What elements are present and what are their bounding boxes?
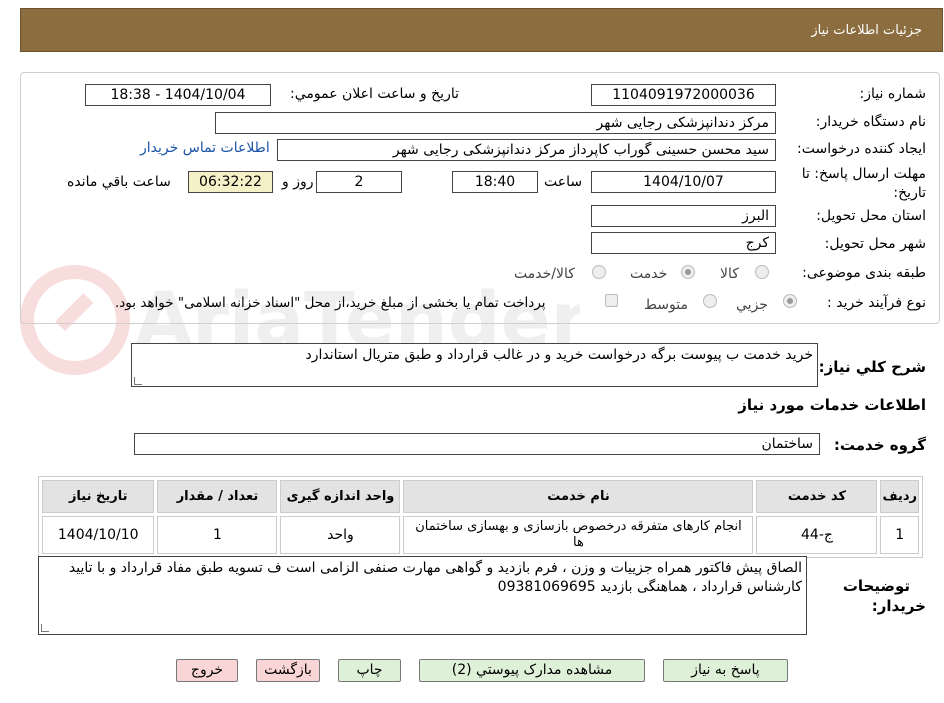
col-qty: تعداد / مقدار xyxy=(157,480,278,513)
process-option-minor: جزیي xyxy=(736,297,768,313)
requester-label: ایجاد کننده درخواست: xyxy=(797,141,926,157)
treasury-checkbox[interactable] xyxy=(605,294,618,307)
buyer-notes-label: توضیحات xyxy=(842,577,910,595)
deadline-label: مهلت ارسال پاسخ: تا xyxy=(801,166,926,182)
exit-button[interactable]: خروج xyxy=(176,659,238,682)
province-label: استان محل تحویل: xyxy=(816,208,926,224)
category-radio-goods[interactable] xyxy=(755,265,769,279)
need-number-label: شماره نیاز: xyxy=(859,86,927,102)
category-option-service: خدمت xyxy=(630,266,668,282)
remaining-time-field: 06:32:22 xyxy=(188,171,273,193)
table-header-row: ردیف کد خدمت نام خدمت واحد اندازه گیری ت… xyxy=(42,480,919,513)
category-radio-both[interactable] xyxy=(592,265,606,279)
announce-label: تاریخ و ساعت اعلان عمومي: xyxy=(290,86,459,102)
details-frame xyxy=(20,72,940,324)
buyer-contact-link[interactable]: اطلاعات تماس خریدار xyxy=(140,140,270,156)
announce-datetime-field: 1404/10/04 - 18:38 xyxy=(85,84,271,106)
reply-button[interactable]: پاسخ به نیاز xyxy=(663,659,788,682)
category-label: طبقه بندی موضوعی: xyxy=(802,265,926,281)
process-radio-minor[interactable] xyxy=(783,294,797,308)
buyer-notes-textarea[interactable]: الصاق پیش فاکتور همراه جزییات و وزن ، فر… xyxy=(38,556,807,635)
cell-unit: واحد xyxy=(280,516,401,554)
process-label: نوع فرآیند خرید : xyxy=(827,295,926,311)
category-option-both: کالا/خدمت xyxy=(514,266,575,282)
service-group-field: ساختمان xyxy=(134,433,820,455)
city-label: شهر محل تحویل: xyxy=(824,236,926,252)
days-field: 2 xyxy=(316,171,402,193)
process-option-medium: متوسط xyxy=(644,297,688,313)
back-button[interactable]: بازگشت xyxy=(256,659,320,682)
buyer-org-field: مرکز دندانپزشکی رجایی شهر xyxy=(215,112,776,134)
cell-code: ج-44 xyxy=(756,516,878,554)
service-group-label: گروه خدمت: xyxy=(833,436,926,454)
summary-textarea[interactable]: خرید خدمت ب پیوست برگه درخواست خرید و در… xyxy=(131,343,818,387)
deadline-time-label: ساعت xyxy=(544,174,583,190)
resize-handle-icon[interactable] xyxy=(41,624,49,632)
province-field: البرز xyxy=(591,205,776,227)
cell-qty: 1 xyxy=(157,516,278,554)
payment-note: پرداخت تمام یا بخشی از مبلغ خرید،از محل … xyxy=(115,295,546,311)
buyer-notes-label-2: خریدار: xyxy=(871,597,926,615)
services-section-title: اطلاعات خدمات مورد نیاز xyxy=(738,396,926,414)
summary-label: شرح کلي نیاز: xyxy=(818,358,926,376)
col-code: کد خدمت xyxy=(756,480,878,513)
services-table: ردیف کد خدمت نام خدمت واحد اندازه گیری ت… xyxy=(38,476,923,558)
days-label: روز و xyxy=(282,174,314,190)
requester-field: سید محسن حسینی گوراب کاپرداز مرکز دندانپ… xyxy=(277,139,776,161)
col-date: تاریخ نیاز xyxy=(42,480,155,513)
deadline-label-date: تاریخ: xyxy=(893,185,926,201)
col-index: ردیف xyxy=(880,480,919,513)
need-number-field: 1104091972000036 xyxy=(591,84,776,106)
cell-index: 1 xyxy=(880,516,919,554)
remaining-time-label: ساعت باقي مانده xyxy=(67,174,171,190)
process-radio-medium[interactable] xyxy=(703,294,717,308)
page-title: جزئیات اطلاعات نیاز xyxy=(811,23,922,38)
col-name: نام خدمت xyxy=(403,480,754,513)
table-row: 1 ج-44 انجام کارهای متفرقه درخصوص بازساز… xyxy=(42,516,919,554)
city-field: کرج xyxy=(591,232,776,254)
resize-handle-icon[interactable] xyxy=(134,377,142,385)
deadline-time-field: 18:40 xyxy=(452,171,538,193)
summary-text: خرید خدمت ب پیوست برگه درخواست خرید و در… xyxy=(305,347,813,363)
cell-date: 1404/10/10 xyxy=(42,516,155,554)
view-attachments-button[interactable]: مشاهده مدارک پیوستي (2) xyxy=(419,659,645,682)
print-button[interactable]: چاپ xyxy=(338,659,401,682)
deadline-date-field: 1404/10/07 xyxy=(591,171,776,193)
category-option-goods: کالا xyxy=(720,266,739,282)
page-header: جزئیات اطلاعات نیاز xyxy=(20,8,943,52)
buyer-org-label: نام دستگاه خریدار: xyxy=(815,114,926,130)
col-unit: واحد اندازه گیری xyxy=(280,480,401,513)
category-radio-service[interactable] xyxy=(681,265,695,279)
buyer-notes-text: الصاق پیش فاکتور همراه جزییات و وزن ، فر… xyxy=(68,560,802,595)
cell-name: انجام کارهای متفرقه درخصوص بازسازی و بهس… xyxy=(403,516,754,554)
